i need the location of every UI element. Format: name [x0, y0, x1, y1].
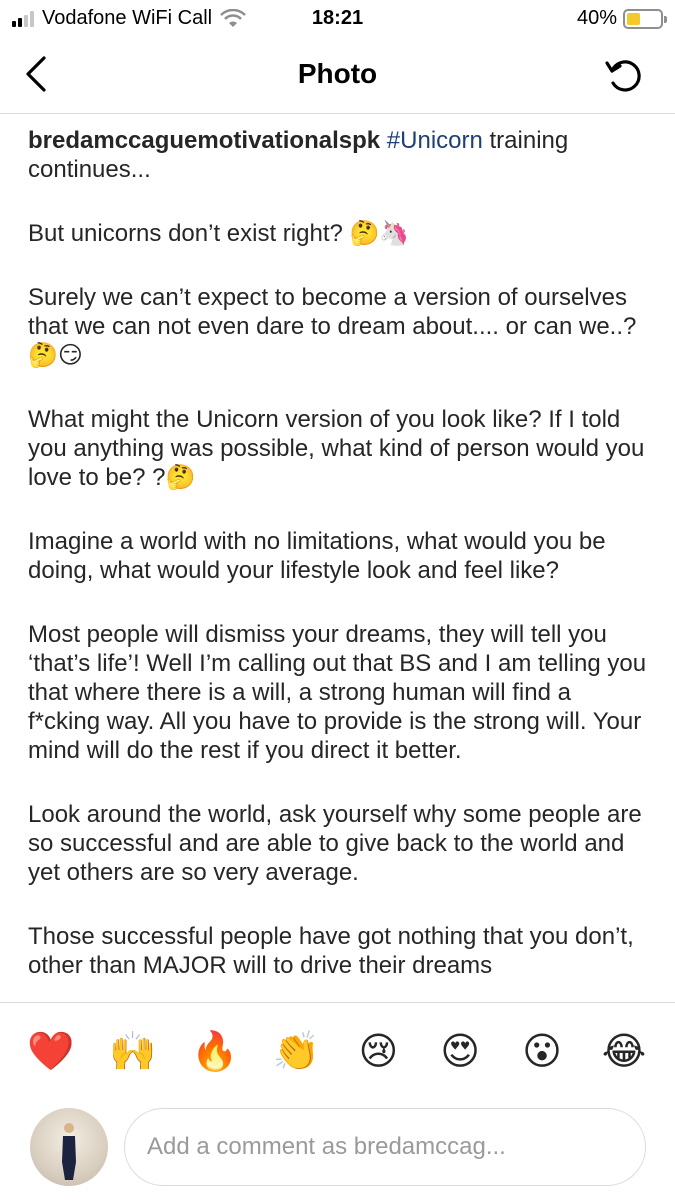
comment-input[interactable]: [124, 1108, 646, 1186]
battery-percent: 40%: [576, 7, 617, 29]
nav-bar: Photo: [0, 40, 675, 114]
caption-content: bredamccaguemotivationalspk #Unicorn tra…: [0, 114, 675, 1002]
avatar-figure: [62, 1123, 76, 1180]
caption-paragraph: Look around the world, ask yourself why …: [28, 801, 642, 886]
comment-row: [0, 1098, 675, 1200]
status-bar: Vodafone WiFi Call 18:21 40%: [0, 0, 675, 38]
caption-paragraph: What might the Unicorn version of you lo…: [28, 406, 645, 491]
avatar[interactable]: [30, 1108, 108, 1186]
reaction-heart-icon[interactable]: ❤️: [27, 1029, 75, 1073]
reaction-heart-eyes-icon[interactable]: 😍: [436, 1029, 484, 1073]
caption-first-paragraph: bredamccaguemotivationalspk #Unicorn tra…: [28, 126, 647, 184]
caption-username[interactable]: bredamccaguemotivationalspk: [28, 127, 380, 154]
reaction-clap-icon[interactable]: 👏: [273, 1029, 321, 1073]
refresh-icon[interactable]: [603, 54, 647, 98]
status-time: 18:21: [311, 7, 364, 29]
status-right: 40%: [576, 7, 667, 30]
reaction-surprised-icon[interactable]: 😮: [518, 1029, 566, 1073]
caption-hashtag[interactable]: #Unicorn: [387, 127, 483, 154]
battery-fill: [627, 12, 640, 25]
reaction-fire-icon[interactable]: 🔥: [191, 1029, 239, 1073]
reaction-crying-icon[interactable]: 😢: [354, 1029, 402, 1073]
caption-paragraph: Surely we can’t expect to become a versi…: [28, 284, 637, 369]
caption-paragraph: But unicorns don’t exist right? 🤔🦄: [28, 220, 410, 247]
reaction-laughing-icon[interactable]: 😂: [600, 1029, 648, 1073]
page-title: Photo: [297, 58, 378, 89]
quick-reactions-bar: ❤️ 🙌 🔥 👏 😢 😍 😮 😂: [0, 1002, 675, 1098]
caption-paragraph: Imagine a world with no limitations, wha…: [28, 528, 606, 584]
battery-icon: [623, 8, 667, 29]
caption-paragraph: Those successful people have got nothing…: [28, 923, 634, 979]
caption-paragraph: Most people will dismiss your dreams, th…: [28, 621, 647, 764]
reaction-raised-hands-icon[interactable]: 🙌: [109, 1029, 157, 1073]
